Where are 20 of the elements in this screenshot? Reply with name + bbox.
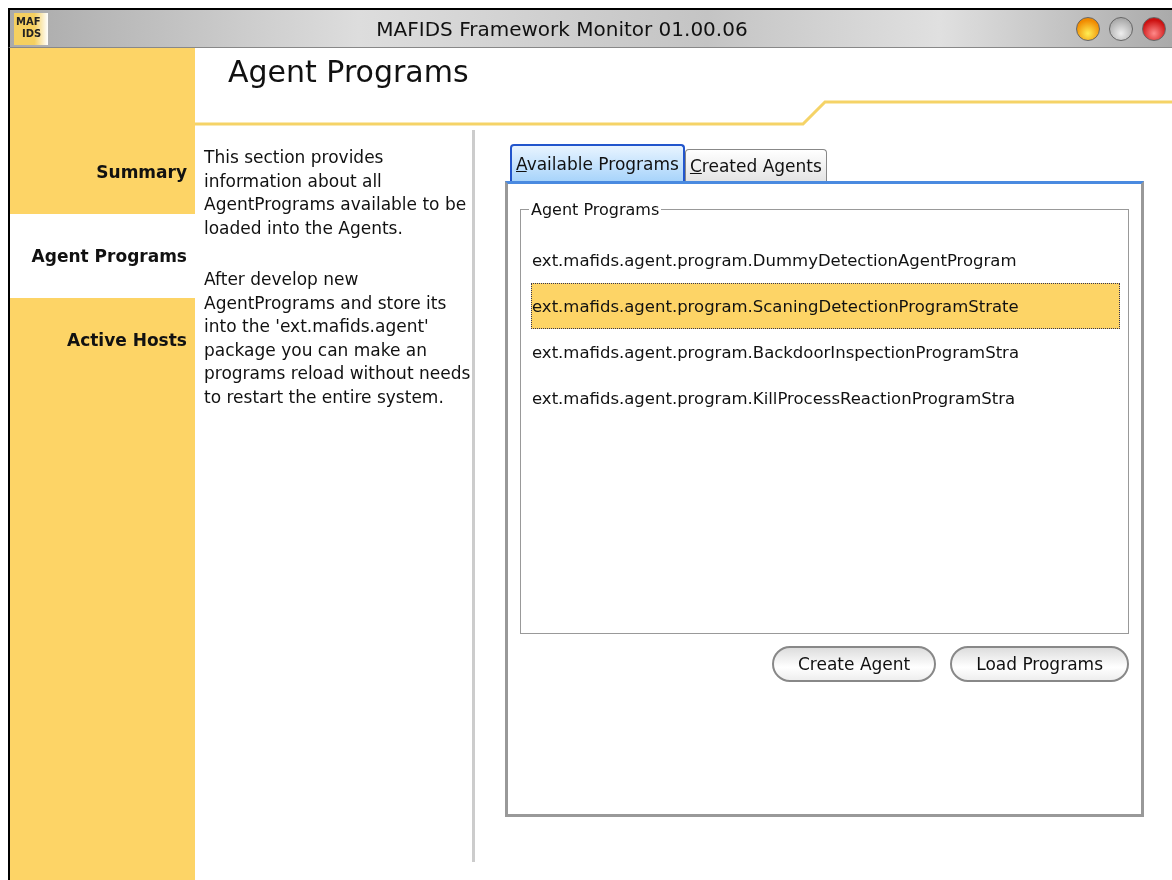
tab[interactable]: Available Programs — [510, 144, 685, 181]
minimize-button[interactable] — [1076, 16, 1100, 41]
maximize-button[interactable] — [1109, 16, 1133, 41]
logo-icon: MAF IDS — [14, 12, 48, 45]
close-button[interactable] — [1142, 16, 1166, 41]
sidebar-item[interactable]: Active Hosts — [10, 298, 195, 382]
description-text: After develop new AgentPrograms and store its into the 'ext.mafids.agent' package you can make an programs reload without needs to restart the entire system. — [204, 268, 472, 409]
sidebar-item[interactable]: Agent Programs — [10, 214, 195, 298]
description-text: This section provides information about all AgentPrograms available to be loaded into the Agents. — [204, 146, 468, 240]
tab[interactable]: Created Agents — [684, 149, 827, 181]
program-list-item[interactable]: ext.mafids.agent.program.KillProcessReactionProgramStra — [531, 375, 1120, 421]
program-list-item[interactable]: ext.mafids.agent.program.ScaningDetectionProgramStrate — [531, 283, 1120, 329]
page-title: Agent Programs — [228, 54, 469, 89]
program-list-item[interactable]: ext.mafids.agent.program.DummyDetectionAgentProgram — [531, 237, 1120, 283]
sidebar-item[interactable]: Summary — [10, 130, 195, 214]
action-button[interactable]: Load Programs — [950, 646, 1129, 682]
window-title: MAFIDS Framework Monitor 01.00.06 — [375, 16, 749, 41]
program-list-item[interactable]: ext.mafids.agent.program.BackdoorInspectionProgramStra — [531, 329, 1120, 375]
group-title: Agent Programs — [530, 201, 661, 219]
action-button[interactable]: Create Agent — [772, 646, 937, 682]
